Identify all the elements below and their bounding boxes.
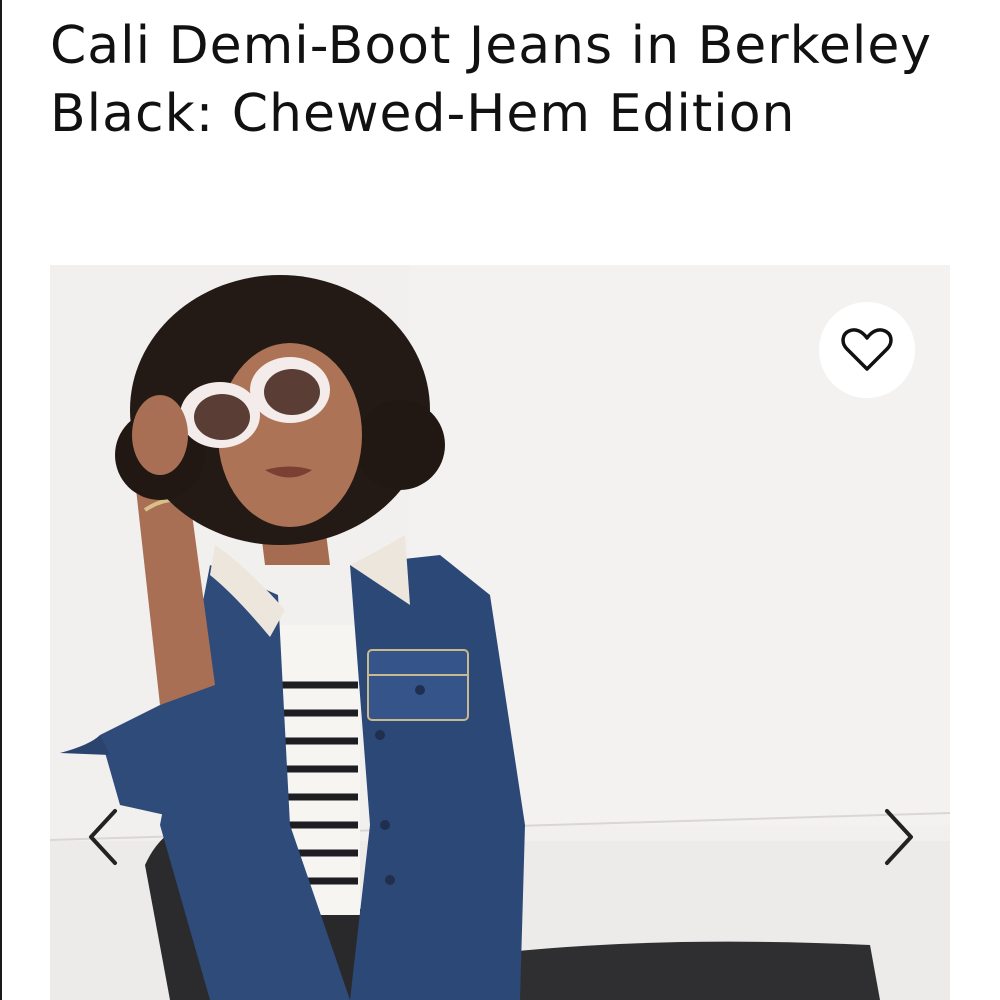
left-border <box>0 0 2 1000</box>
product-photo <box>50 265 950 1000</box>
heart-outline-icon <box>841 328 893 371</box>
product-title: Cali Demi-Boot Jeans in Berkeley Black: … <box>50 16 933 144</box>
next-image-button[interactable] <box>874 805 924 869</box>
chevron-right-icon <box>885 809 913 865</box>
favorite-button[interactable] <box>819 302 915 398</box>
chevron-left-icon <box>89 809 117 865</box>
previous-image-button[interactable] <box>78 805 128 869</box>
product-image-gallery[interactable] <box>50 265 950 1000</box>
product-page: Cali Demi-Boot Jeans in Berkeley Black: … <box>0 0 1000 1000</box>
